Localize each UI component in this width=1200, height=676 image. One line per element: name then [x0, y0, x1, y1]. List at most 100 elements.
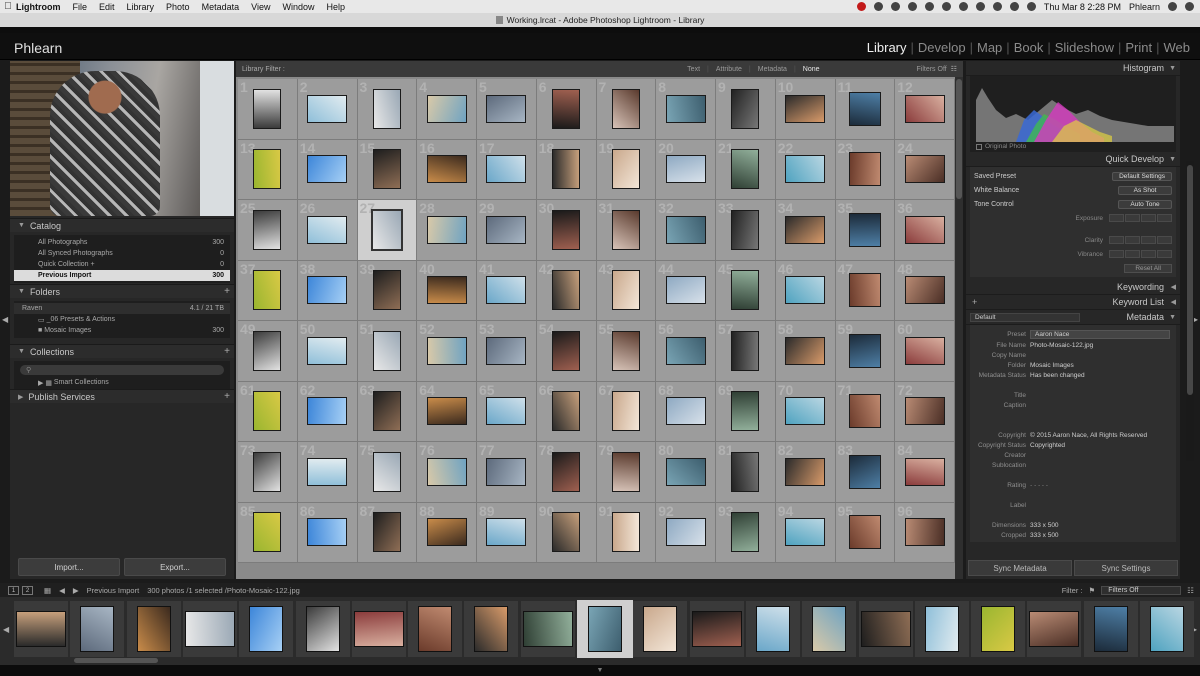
- grid-cell[interactable]: 94: [775, 502, 836, 563]
- photo-thumbnail[interactable]: [732, 452, 759, 491]
- wifi-icon[interactable]: [992, 2, 1002, 11]
- exposure-stepper[interactable]: [1109, 214, 1172, 222]
- menu-library[interactable]: Library: [127, 2, 155, 12]
- photo-thumbnail[interactable]: [786, 398, 825, 425]
- filmstrip-frame[interactable]: [351, 601, 406, 657]
- vibrance-stepper[interactable]: [1109, 250, 1172, 258]
- grid-cell[interactable]: 90: [536, 502, 597, 563]
- photo-thumbnail[interactable]: [786, 519, 825, 546]
- photo-thumbnail[interactable]: [308, 156, 347, 183]
- export-button[interactable]: Export...: [124, 558, 226, 576]
- photo-thumbnail[interactable]: [553, 271, 580, 310]
- metadata-field-value[interactable]: © 2015 Aaron Nace, All Rights Reserved: [1030, 432, 1147, 439]
- photo-thumbnail[interactable]: [1030, 612, 1079, 646]
- grid-cell[interactable]: 20: [656, 139, 716, 200]
- photo-thumbnail[interactable]: [612, 210, 639, 249]
- metadata-preset-select[interactable]: Aaron Nace: [1030, 329, 1170, 339]
- photo-thumbnail[interactable]: [308, 519, 347, 546]
- grid-cell[interactable]: 48: [895, 260, 955, 321]
- photo-thumbnail[interactable]: [373, 513, 400, 552]
- original-photo-toggle[interactable]: Original Photo: [976, 143, 1026, 150]
- apple-icon[interactable]: : [0, 1, 16, 12]
- quick-develop-header[interactable]: Quick Develop ▼: [966, 152, 1180, 167]
- folder-item[interactable]: ▭ _06 Presets & Actions: [14, 314, 230, 325]
- photo-thumbnail[interactable]: [372, 210, 401, 249]
- photo-thumbnail[interactable]: [666, 95, 705, 122]
- filter-metadata[interactable]: Metadata: [751, 66, 794, 73]
- photo-thumbnail[interactable]: [732, 271, 759, 310]
- photo-thumbnail[interactable]: [427, 398, 466, 425]
- photo-thumbnail[interactable]: [487, 458, 526, 485]
- flag-filter-icon[interactable]: ⚑: [1089, 586, 1096, 595]
- grid-cell[interactable]: 53: [477, 321, 537, 382]
- photo-thumbnail[interactable]: [732, 331, 759, 370]
- photo-thumbnail[interactable]: [849, 153, 880, 186]
- grid-cell[interactable]: 14: [297, 139, 358, 200]
- photo-thumbnail[interactable]: [732, 89, 759, 128]
- photo-thumbnail[interactable]: [419, 607, 452, 651]
- photo-thumbnail[interactable]: [487, 337, 526, 364]
- grid-cell[interactable]: 63: [357, 381, 418, 442]
- record-icon[interactable]: [856, 2, 866, 11]
- grid-cell[interactable]: 87: [357, 502, 418, 563]
- photo-thumbnail[interactable]: [612, 150, 639, 189]
- grid-cell[interactable]: 67: [596, 381, 657, 442]
- photo-thumbnail[interactable]: [905, 216, 944, 243]
- filmstrip-frame[interactable]: [408, 601, 463, 657]
- grid-cell-selected[interactable]: 27: [357, 200, 418, 261]
- filmstrip-frame[interactable]: [858, 601, 913, 657]
- grid-cell[interactable]: 44: [656, 260, 716, 321]
- grid-cell[interactable]: 95: [835, 502, 896, 563]
- photo-thumbnail[interactable]: [254, 89, 281, 128]
- menu-window[interactable]: Window: [282, 2, 314, 12]
- grid-cell[interactable]: 51: [357, 321, 418, 382]
- module-print[interactable]: Print: [1121, 40, 1156, 55]
- photo-thumbnail[interactable]: [849, 455, 880, 488]
- grid-cell[interactable]: 4: [417, 79, 477, 140]
- filmstrip-frame[interactable]: [70, 601, 125, 657]
- metadata-field-value[interactable]: 333 x 500: [1030, 522, 1059, 529]
- grid-cell[interactable]: 21: [716, 139, 776, 200]
- photo-thumbnail[interactable]: [185, 612, 234, 646]
- secondary-window-button[interactable]: 2: [22, 585, 33, 595]
- photo-thumbnail[interactable]: [589, 607, 621, 651]
- photo-thumbnail[interactable]: [925, 607, 958, 651]
- photo-thumbnail[interactable]: [373, 392, 400, 431]
- saved-preset-select[interactable]: Default Settings: [1112, 171, 1172, 181]
- reset-all-button[interactable]: Reset All: [1124, 263, 1172, 273]
- photo-thumbnail[interactable]: [1151, 607, 1183, 651]
- grid-cell[interactable]: 77: [477, 442, 537, 503]
- grid-cell[interactable]: 43: [596, 260, 657, 321]
- filmstrip-frame[interactable]: [914, 601, 969, 657]
- menu-view[interactable]: View: [251, 2, 270, 12]
- user-name[interactable]: Phlearn: [1129, 2, 1160, 12]
- photo-thumbnail[interactable]: [254, 210, 281, 249]
- menu-help[interactable]: Help: [326, 2, 345, 12]
- photo-thumbnail[interactable]: [373, 331, 400, 370]
- photo-thumbnail[interactable]: [861, 612, 910, 646]
- metadata-field-value[interactable]: Copyrighted: [1030, 442, 1065, 449]
- grid-cell[interactable]: 89: [477, 502, 537, 563]
- grid-cell[interactable]: 2: [297, 79, 358, 140]
- add-folder-icon[interactable]: +: [224, 286, 230, 297]
- collection-item[interactable]: ▶ ▦ Smart Collections: [14, 377, 230, 388]
- photo-thumbnail[interactable]: [786, 156, 825, 183]
- grid-cell[interactable]: 81: [716, 442, 776, 503]
- grid-cell[interactable]: 29: [477, 200, 537, 261]
- grid-cell[interactable]: 18: [536, 139, 597, 200]
- grid-cell[interactable]: 84: [895, 442, 955, 503]
- clock-icon[interactable]: [907, 2, 917, 11]
- photo-thumbnail[interactable]: [427, 156, 466, 183]
- grid-cell[interactable]: 41: [477, 260, 537, 321]
- filters-off-toggle[interactable]: Filters Off: [917, 66, 947, 73]
- publish-services-header[interactable]: ▶ Publish Services +: [10, 389, 234, 403]
- photo-thumbnail[interactable]: [553, 331, 580, 370]
- volume-icon[interactable]: [975, 2, 985, 11]
- filmstrip-frame[interactable]: [239, 601, 294, 657]
- photo-thumbnail[interactable]: [666, 398, 705, 425]
- grid-cell[interactable]: 68: [656, 381, 716, 442]
- folders-header[interactable]: ▼ Folders +: [10, 284, 234, 298]
- photo-thumbnail[interactable]: [905, 156, 944, 183]
- photo-thumbnail[interactable]: [254, 452, 281, 491]
- metadata-field-value[interactable]: Photo-Mosaic-122.jpg: [1030, 342, 1093, 349]
